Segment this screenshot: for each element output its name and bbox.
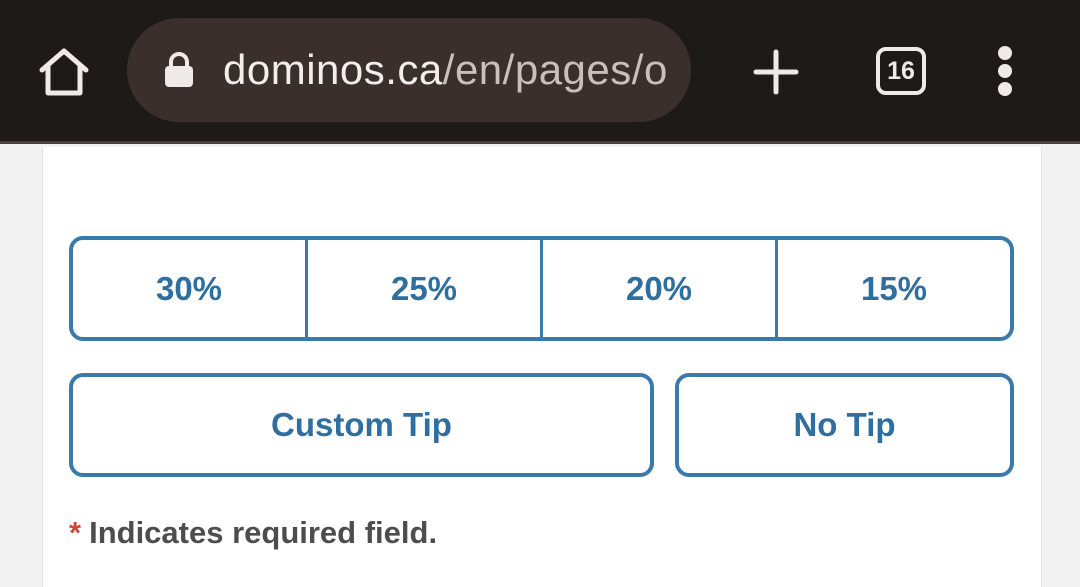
required-note-text: Indicates required field. <box>89 515 438 550</box>
browser-toolbar: dominos.ca/en/pages/o 16 <box>0 0 1080 144</box>
tab-count: 16 <box>887 57 915 85</box>
tip-option-20[interactable]: 20% <box>540 240 775 337</box>
tip-option-15[interactable]: 15% <box>775 240 1010 337</box>
tip-option-30[interactable]: 30% <box>73 240 305 337</box>
menu-dot <box>998 82 1012 96</box>
custom-tip-button[interactable]: Custom Tip <box>69 373 654 477</box>
tab-switcher-button[interactable]: 16 <box>876 47 926 95</box>
new-tab-button[interactable] <box>752 48 800 96</box>
tip-percent-group: 30% 25% 20% 15% <box>69 236 1014 341</box>
menu-dot <box>998 64 1012 78</box>
plus-icon <box>753 49 799 95</box>
home-button[interactable] <box>36 46 92 98</box>
lock-icon <box>165 52 193 87</box>
url-path: /en/pages/o <box>442 46 668 93</box>
tip-option-25[interactable]: 25% <box>305 240 540 337</box>
kebab-menu-icon[interactable] <box>990 46 1022 96</box>
url-text: dominos.ca/en/pages/o <box>223 42 668 98</box>
home-icon <box>39 48 89 96</box>
no-tip-button[interactable]: No Tip <box>675 373 1014 477</box>
url-host: dominos.ca <box>223 46 443 93</box>
required-field-note: * Indicates required field. <box>69 512 437 554</box>
menu-dot <box>998 46 1012 60</box>
address-bar[interactable]: dominos.ca/en/pages/o <box>127 18 691 122</box>
required-asterisk: * <box>69 515 82 550</box>
